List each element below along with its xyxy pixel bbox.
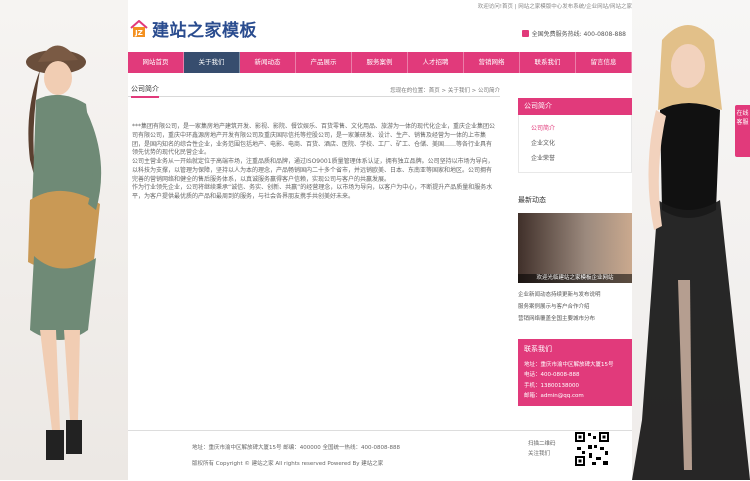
sidebar-item-honor[interactable]: 企业荣誉 [531,151,631,166]
contact-title: 联系我们 [524,345,552,353]
top-info-text: 欢迎访问!首页 | 网站之家模版中心发布系统/企业网站/网站之家 [477,4,632,10]
nav-item-news[interactable]: 新闻动态 [240,52,296,73]
left-banner [0,0,128,480]
main-content: 公司简介 您现在的位置：首页 > 关于我们 > 公司简介 ***集团有限公司，是… [128,84,500,202]
nav-item-jobs[interactable]: 人才招聘 [408,52,464,73]
nav-item-network[interactable]: 营销网络 [464,52,520,73]
breadcrumb: 您现在的位置：首页 > 关于我们 > 公司简介 [390,88,500,94]
main-nav: 网站首页 关于我们 新闻动态 产品展示 服务案例 人才招聘 营销网络 联系我们 … [128,52,632,73]
model-left-image [26,45,102,460]
logo-title: 建站之家模板 [152,21,257,41]
article-paragraph: ***集团有限公司，是一家集房地产建筑开发、影视、影院、餐饮娱乐、百货零售、文化… [132,123,496,157]
contact-phone: 电话：400-0808-888 [524,372,580,378]
recommend-list: 企业新闻动态持续更新与发布说明 服务案例展示与客户合作介绍 营销网络覆盖全国主要… [518,289,632,325]
recommend-item[interactable]: 企业新闻动态持续更新与发布说明 [518,289,632,301]
nav-item-message[interactable]: 留言信息 [576,52,632,73]
right-banner [632,0,750,480]
sidebar-menu: 公司简介 企业文化 企业荣誉 [518,115,632,173]
sidebar-item-profile[interactable]: 公司简介 [531,121,631,136]
qr-caption-line2: 关注我们 [528,451,551,457]
sidebar-title: 公司简介 [518,98,632,115]
nav-item-about[interactable]: 关于我们 [184,52,240,73]
qr-code-icon [574,431,610,467]
nav-item-products[interactable]: 产品展示 [296,52,352,73]
hotline-text: 全国免费服务热线: 400-0808-888 [531,31,626,38]
article-body: ***集团有限公司，是一家集房地产建筑开发、影视、影院、餐饮娱乐、百货零售、文化… [128,123,500,202]
footer: 地址：重庆市渝中区解放碑大厦15号 邮编：400000 全国统一热线：400-0… [128,430,632,481]
house-logo-icon: JZ [130,19,148,37]
nav-item-contact[interactable]: 联系我们 [520,52,576,73]
article-paragraph: 公司主营业务从一开始就定位于高端市场，注重品质和品牌，通过ISO9001质量管理… [132,158,494,183]
qr-caption: 扫描二维码 关注我们 [528,439,556,459]
recommend-image[interactable]: 欢迎光临建站之家模板企业网站 [518,213,632,283]
nav-item-home[interactable]: 网站首页 [128,52,184,73]
recommend-title: 最新动态 [518,196,546,204]
contact-box: 联系我们 地址：重庆市渝中区解放碑大厦15号 电话：400-0808-888 手… [518,339,632,406]
contact-address: 地址：重庆市渝中区解放碑大厦15号 [524,361,614,368]
contact-mobile: 手机：13800138000 [524,382,579,389]
online-service-label: 在线客服 [736,110,749,126]
page-title: 公司简介 [131,84,159,98]
site-logo[interactable]: JZ 建站之家模板 [130,16,257,41]
footer-copyright: 版权所有 Copyright © 建站之家 All rights reserve… [192,461,384,467]
hotline: 全国免费服务热线: 400-0808-888 [521,29,626,38]
content-header: 公司简介 您现在的位置：首页 > 关于我们 > 公司简介 [128,84,500,98]
nav-item-cases[interactable]: 服务案例 [352,52,408,73]
online-service-button[interactable]: 在线客服 [735,105,750,157]
phone-icon [521,30,529,37]
article-paragraph: 作为行业领先企业，公司将继续秉承“诚信、务实、创新、共赢”的经营理念，以市场为导… [132,184,493,200]
footer-address: 地址：重庆市渝中区解放碑大厦15号 邮编：400000 全国统一热线：400-0… [192,445,400,451]
recommend-caption: 欢迎光临建站之家模板企业网站 [518,274,632,283]
contact-email: 邮箱：admin@qq.com [524,393,584,399]
recommend-item[interactable]: 营销网络覆盖全国主要城市分布 [518,313,632,325]
sidebar-item-culture[interactable]: 企业文化 [531,136,631,151]
logo-badge-text: JZ [134,29,143,37]
model-right-image [632,25,750,480]
recommend-item[interactable]: 服务案例展示与客户合作介绍 [518,301,632,313]
page-container: 欢迎访问!首页 | 网站之家模版中心发布系统/企业网站/网站之家 JZ 建站之家… [128,0,632,480]
sidebar: 公司简介 公司简介 企业文化 企业荣誉 最新动态 欢迎光临建站之家模板企业网站 … [518,98,632,406]
qr-caption-line1: 扫描二维码 [528,441,556,447]
